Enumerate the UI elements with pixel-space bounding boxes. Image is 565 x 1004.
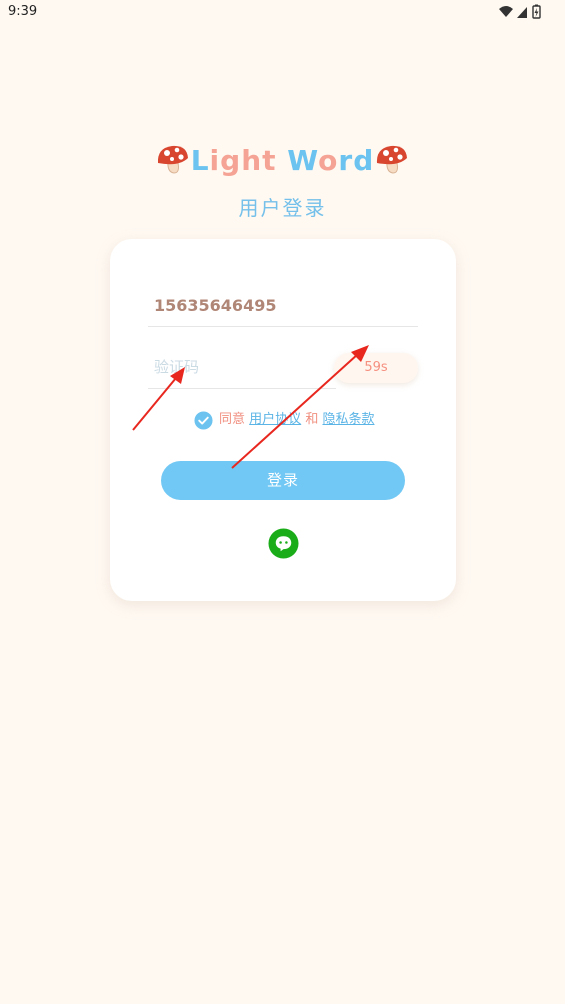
privacy-policy-link[interactable]: 隐私条款 xyxy=(322,412,374,427)
brand-letter: L xyxy=(190,143,210,177)
brand-letter: d xyxy=(353,143,375,177)
brand-letter: i xyxy=(209,143,221,177)
agree-conjunction: 和 xyxy=(305,412,319,427)
brand-letter: g xyxy=(220,143,242,177)
brand-letter: r xyxy=(338,143,354,177)
brand-letter: t xyxy=(262,143,277,177)
status-icons xyxy=(499,4,541,19)
wechat-icon[interactable] xyxy=(268,528,299,559)
page-title: 用户登录 xyxy=(238,196,327,220)
battery-icon xyxy=(532,4,541,19)
agreement-row: 同意 用户协议 和 隐私条款 xyxy=(194,409,374,431)
brand-wordmark: Light Word xyxy=(191,144,375,177)
app-brand: Light Word xyxy=(0,142,565,184)
verification-code-input[interactable]: 验证码 xyxy=(148,351,336,389)
wifi-icon xyxy=(499,6,513,17)
signal-icon xyxy=(517,7,527,18)
login-card: 15635646495 验证码 59s 同意 用户协议 和 隐私条款 登录 xyxy=(110,239,456,601)
brand-space xyxy=(277,144,288,177)
brand-letter: W xyxy=(287,143,319,177)
user-agreement-link[interactable]: 用户协议 xyxy=(249,412,301,427)
login-button[interactable]: 登录 xyxy=(161,461,405,500)
resend-code-button[interactable]: 59s xyxy=(334,353,418,383)
mushroom-icon xyxy=(157,145,188,174)
phone-input[interactable]: 15635646495 xyxy=(148,291,418,327)
check-circle-icon[interactable] xyxy=(194,410,213,430)
status-bar: 9:39 xyxy=(0,0,565,26)
brand-letter: h xyxy=(241,143,263,177)
brand-letter: o xyxy=(318,143,339,177)
mushroom-icon xyxy=(377,145,408,174)
agree-prefix: 同意 xyxy=(219,412,246,427)
status-time: 9:39 xyxy=(8,4,38,19)
